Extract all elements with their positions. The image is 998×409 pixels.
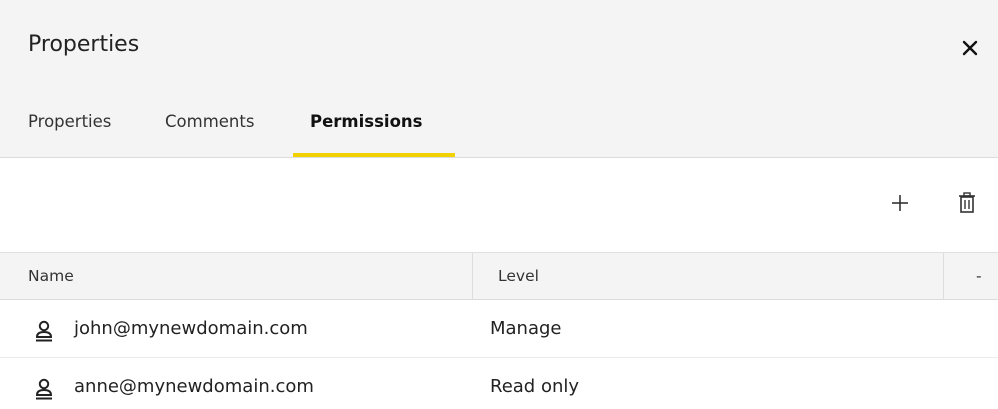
trash-icon [959,192,975,213]
column-header-level[interactable]: Level [470,253,539,300]
delete-permission-button[interactable] [950,185,984,221]
add-permission-button[interactable] [883,185,917,221]
user-icon [35,378,53,400]
tab-properties[interactable]: Properties [28,112,111,131]
table-header: Name Level - [0,252,998,300]
table-row[interactable]: john@mynewdomain.com Manage [0,300,998,358]
column-header-name[interactable]: Name [0,253,74,300]
active-tab-indicator [293,153,455,157]
tab-permissions[interactable]: Permissions [310,112,422,131]
user-name: anne@mynewdomain.com [74,376,314,397]
table-row[interactable]: anne@mynewdomain.com Read only [0,358,998,409]
permission-level: Manage [490,318,562,339]
column-header-extra[interactable]: - [944,253,982,300]
tab-comments[interactable]: Comments [165,112,254,131]
close-button[interactable] [955,30,985,64]
user-name: john@mynewdomain.com [74,318,308,339]
user-icon [35,320,53,342]
panel-title: Properties [28,32,140,57]
permission-level: Read only [490,376,580,397]
panel-header: Properties Properties Comments Permissio… [0,0,998,158]
plus-icon [892,195,908,211]
close-icon [962,40,978,56]
